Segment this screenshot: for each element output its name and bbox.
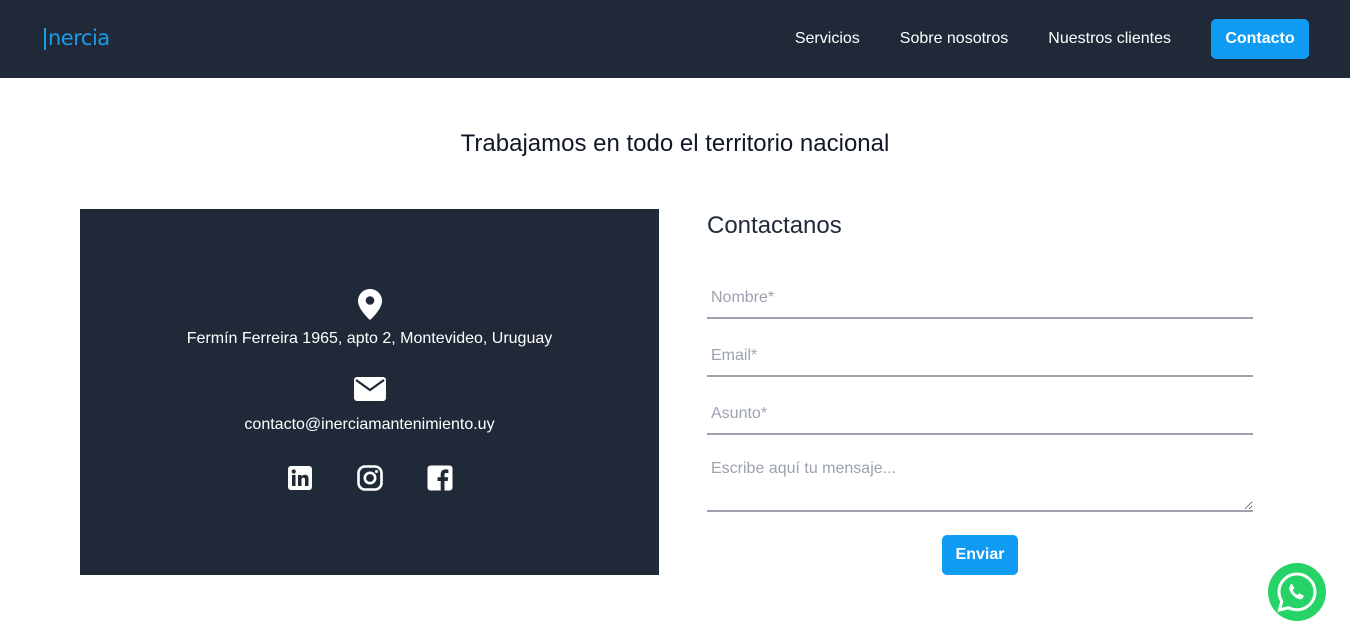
name-field[interactable] — [707, 279, 1253, 319]
section-title: Trabajamos en todo el territorio naciona… — [460, 130, 890, 157]
message-field[interactable] — [707, 456, 1253, 512]
nav-links: Servicios Sobre nosotros Nuestros client… — [795, 0, 1309, 78]
logo-text: nercia — [48, 26, 110, 50]
form-title: Contactanos — [707, 212, 842, 239]
whatsapp-icon[interactable] — [1268, 563, 1326, 621]
contact-button[interactable]: Contacto — [1211, 19, 1309, 59]
address-text: Fermín Ferreira 1965, apto 2, Montevideo… — [186, 330, 553, 347]
logo[interactable]: nercia — [44, 26, 110, 50]
submit-button[interactable]: Enviar — [942, 535, 1018, 575]
email-text[interactable]: contacto@inerciamantenimiento.uy — [80, 416, 659, 434]
nav-link-servicios[interactable]: Servicios — [795, 30, 860, 48]
linkedin-icon[interactable] — [287, 465, 313, 491]
subject-field[interactable] — [707, 395, 1253, 435]
contact-info-panel: Fermín Ferreira 1965, apto 2, Montevideo… — [80, 209, 659, 575]
instagram-icon[interactable] — [356, 465, 383, 491]
email-field[interactable] — [707, 337, 1253, 377]
location-pin-icon — [80, 289, 659, 320]
navbar: nercia Servicios Sobre nosotros Nuestros… — [0, 0, 1350, 78]
envelope-icon — [80, 377, 659, 401]
nav-link-sobre-nosotros[interactable]: Sobre nosotros — [900, 30, 1009, 48]
logo-bar — [44, 28, 46, 50]
facebook-icon[interactable] — [427, 465, 453, 491]
social-links — [80, 465, 659, 491]
nav-link-nuestros-clientes[interactable]: Nuestros clientes — [1048, 30, 1171, 48]
